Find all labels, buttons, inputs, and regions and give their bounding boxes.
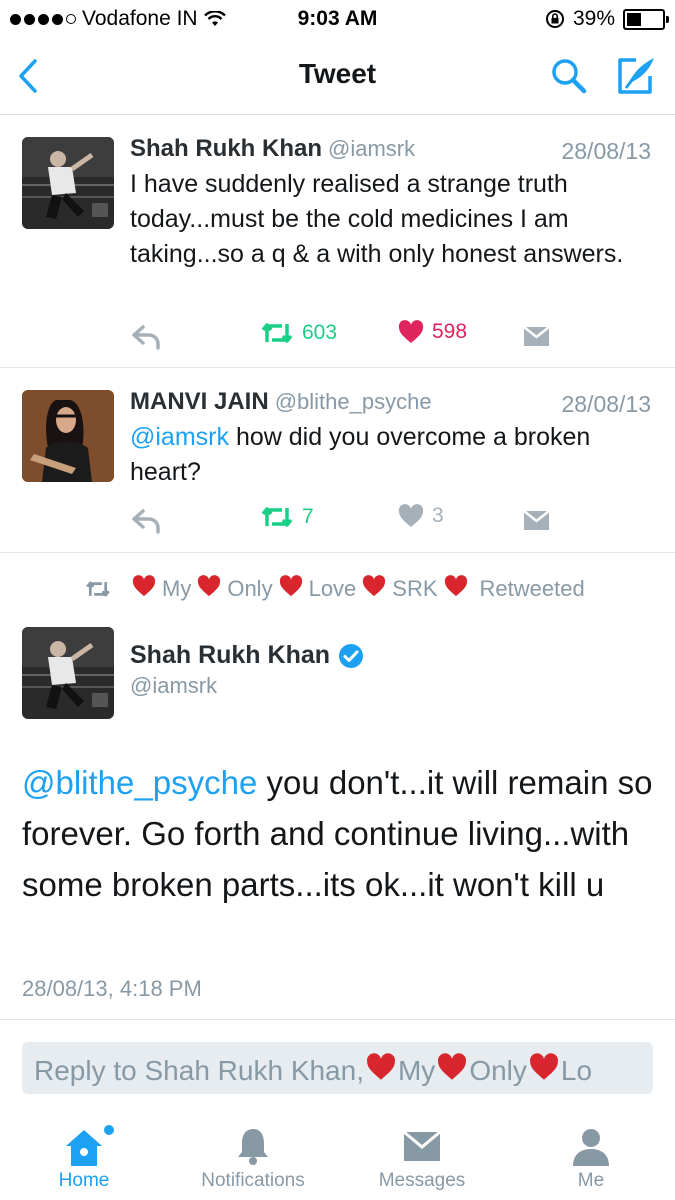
reply-icon[interactable] bbox=[131, 508, 161, 534]
heart-emoji-icon bbox=[444, 575, 468, 603]
heart-icon bbox=[398, 320, 424, 343]
reply-placeholder-text: Reply to Shah Rukh Khan, bbox=[34, 1054, 364, 1086]
retweet-button[interactable]: 7 bbox=[260, 504, 314, 530]
tab-label: Home bbox=[58, 1170, 110, 1191]
author-name[interactable]: MANVI JAIN bbox=[130, 388, 269, 415]
tweet-actions: 7 3 bbox=[0, 504, 675, 538]
reply-icon[interactable] bbox=[131, 324, 161, 350]
like-button[interactable]: 598 bbox=[398, 320, 467, 344]
mention-link[interactable]: @blithe_psyche bbox=[22, 764, 257, 801]
tweet-text: I have suddenly realised a strange truth… bbox=[130, 170, 624, 268]
main-tweet: My Only Love SRK Retweeted Shah Rukh Kha… bbox=[0, 553, 675, 1020]
retweet-button[interactable]: 603 bbox=[260, 320, 337, 346]
retweeted-by[interactable]: My Only Love SRK Retweeted bbox=[84, 575, 585, 603]
home-icon bbox=[66, 1125, 114, 1166]
tweet-author[interactable]: MANVI JAIN @blithe_psyche bbox=[130, 388, 432, 416]
author-handle[interactable]: @iamsrk bbox=[328, 136, 415, 161]
heart-emoji-icon bbox=[437, 1053, 467, 1088]
like-count: 598 bbox=[432, 320, 468, 343]
heart-emoji-icon bbox=[529, 1053, 559, 1088]
avatar[interactable] bbox=[22, 627, 114, 719]
tab-label: Messages bbox=[378, 1170, 466, 1191]
battery-icon bbox=[623, 8, 669, 30]
heart-icon bbox=[398, 504, 424, 527]
author-handle[interactable]: @blithe_psyche bbox=[275, 389, 432, 414]
tab-label: Notifications bbox=[201, 1170, 305, 1191]
tweet-date: 28/08/13 bbox=[561, 138, 651, 164]
reply-name-part: My bbox=[397, 1054, 436, 1086]
tweet-author[interactable]: Shah Rukh Khan @iamsrk bbox=[130, 135, 415, 163]
tab-label: Me bbox=[577, 1170, 605, 1191]
rotation-lock-icon bbox=[545, 10, 564, 28]
nav-bar: Tweet bbox=[0, 38, 675, 115]
tweet-item[interactable]: MANVI JAIN @blithe_psyche 28/08/13 @iamsr… bbox=[0, 368, 675, 553]
compose-icon[interactable] bbox=[614, 54, 658, 96]
heart-emoji-icon bbox=[362, 575, 386, 603]
direct-message-icon[interactable] bbox=[523, 325, 550, 347]
author-name[interactable]: Shah Rukh Khan bbox=[130, 641, 330, 670]
tweet-timestamp: 28/08/13, 4:18 PM bbox=[22, 976, 202, 1001]
battery-percent: 39% bbox=[572, 7, 615, 30]
heart-emoji-icon bbox=[279, 575, 303, 603]
tweet-author[interactable]: Shah Rukh Khan bbox=[130, 641, 364, 670]
bell-icon bbox=[238, 1129, 268, 1165]
heart-emoji-icon bbox=[366, 1053, 396, 1088]
reply-name-part: Only bbox=[469, 1054, 527, 1086]
tweet-date: 28/08/13 bbox=[561, 391, 651, 417]
retweeter-name-part: SRK bbox=[392, 576, 438, 601]
retweet-count: 603 bbox=[302, 321, 338, 344]
reply-placeholder: Reply to Shah Rukh Khan, My Only Lo bbox=[34, 1053, 592, 1088]
heart-emoji-icon bbox=[197, 575, 221, 603]
retweeted-label: Retweeted bbox=[479, 576, 585, 601]
retweet-count: 7 bbox=[302, 505, 314, 528]
verified-badge-icon bbox=[339, 643, 364, 668]
tab-bar: Home Notifications Messages Me bbox=[0, 1114, 675, 1200]
envelope-icon bbox=[403, 1130, 441, 1161]
battery-info: 39% bbox=[545, 7, 669, 31]
avatar[interactable] bbox=[22, 137, 114, 229]
like-button[interactable]: 3 bbox=[398, 504, 444, 528]
search-icon[interactable] bbox=[549, 56, 589, 96]
author-handle[interactable]: @iamsrk bbox=[130, 673, 217, 699]
reply-name-part: Lo bbox=[560, 1054, 593, 1086]
tweet-item[interactable]: Shah Rukh Khan @iamsrk 28/08/13 I have su… bbox=[0, 115, 675, 368]
retweet-icon bbox=[261, 507, 293, 527]
retweet-icon bbox=[261, 323, 293, 343]
author-name[interactable]: Shah Rukh Khan bbox=[130, 135, 322, 162]
tweet-text: @blithe_psyche you don't...it will remai… bbox=[22, 757, 658, 910]
retweeter-name-part: My bbox=[162, 576, 192, 601]
person-icon bbox=[573, 1129, 609, 1166]
heart-emoji-icon bbox=[132, 575, 156, 603]
tweet-actions: 603 598 bbox=[0, 320, 675, 354]
retweeter-name-part: Only bbox=[227, 576, 273, 601]
tweet-text: @iamsrk how did you overcome a broken he… bbox=[130, 420, 650, 490]
retweeter-name-part: Love bbox=[308, 576, 357, 601]
like-count: 3 bbox=[432, 504, 444, 527]
reply-input[interactable]: Reply to Shah Rukh Khan, My Only Lo bbox=[22, 1042, 653, 1094]
direct-message-icon[interactable] bbox=[523, 509, 550, 531]
avatar[interactable] bbox=[22, 390, 114, 482]
retweet-icon bbox=[86, 581, 110, 597]
status-bar: Vodafone IN 9:03 AM 39% bbox=[0, 0, 675, 38]
mention-link[interactable]: @iamsrk bbox=[130, 423, 229, 451]
